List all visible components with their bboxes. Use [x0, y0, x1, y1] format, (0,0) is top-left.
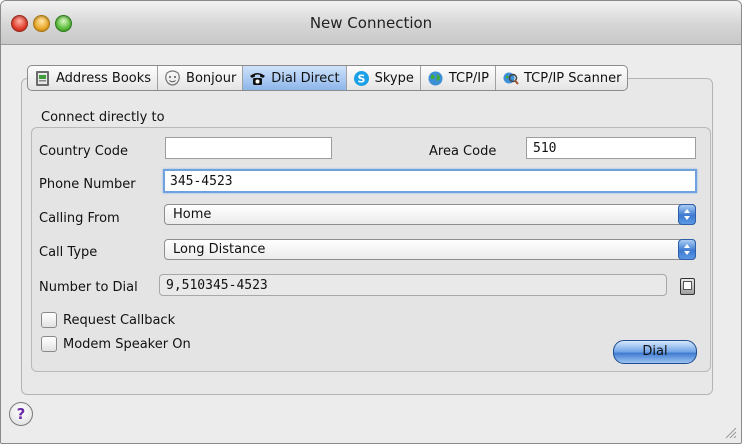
tab-dial-direct[interactable]: Dial Direct	[243, 66, 347, 90]
area-code-field[interactable]	[526, 137, 696, 159]
tab-label: Address Books	[56, 70, 152, 86]
dial-pad-button[interactable]	[680, 278, 695, 295]
tab-tcp-ip-scanner[interactable]: TCP/IP Scanner	[496, 66, 627, 90]
modem-speaker-checkbox[interactable]: Modem Speaker On	[41, 336, 191, 352]
checkbox-box[interactable]	[41, 312, 57, 328]
call-type-label: Call Type	[39, 245, 98, 260]
request-callback-label: Request Callback	[63, 312, 176, 328]
tab-skype[interactable]: S Skype	[347, 66, 421, 90]
call-type-value: Long Distance	[173, 242, 266, 257]
tab-label: TCP/IP Scanner	[523, 70, 622, 86]
telephone-icon	[249, 70, 266, 87]
number-to-dial-label: Number to Dial	[39, 280, 138, 295]
tab-label: Skype	[374, 70, 414, 86]
area-code-label: Area Code	[429, 144, 497, 159]
title-bar: New Connection	[1, 1, 741, 45]
popup-arrows-icon	[678, 239, 696, 260]
scanner-icon	[502, 70, 519, 87]
connection-type-tabs: Address Books Bonjour Dial Direct S Skyp…	[27, 65, 629, 91]
number-to-dial-field	[159, 274, 667, 296]
calling-from-select[interactable]: Home	[164, 204, 696, 225]
dial-button[interactable]: Dial	[613, 340, 697, 364]
tab-address-books[interactable]: Address Books	[28, 66, 159, 90]
phone-number-field[interactable]	[163, 169, 697, 193]
popup-arrows-icon	[678, 204, 696, 225]
call-type-select[interactable]: Long Distance	[164, 239, 696, 260]
globe-icon	[427, 70, 444, 87]
request-callback-checkbox[interactable]: Request Callback	[41, 312, 175, 328]
tab-bonjour[interactable]: Bonjour	[158, 66, 244, 90]
new-connection-window: New Connection Address Books Bonjour Dia…	[0, 0, 742, 444]
tab-label: Dial Direct	[271, 70, 340, 86]
window-title: New Connection	[309, 14, 433, 32]
resize-grip-icon[interactable]	[723, 425, 737, 439]
help-button[interactable]: ?	[9, 402, 33, 426]
section-title: Connect directly to	[41, 110, 165, 125]
modem-speaker-label: Modem Speaker On	[63, 336, 191, 352]
tab-tcp-ip[interactable]: TCP/IP	[421, 66, 496, 90]
calling-from-label: Calling From	[39, 211, 120, 226]
skype-icon: S	[353, 70, 370, 87]
tab-label: TCP/IP	[448, 70, 489, 86]
tab-label: Bonjour	[186, 70, 237, 86]
country-code-field[interactable]	[165, 137, 332, 159]
bonjour-icon	[164, 69, 181, 87]
checkbox-box[interactable]	[41, 336, 57, 352]
phone-number-label: Phone Number	[39, 177, 136, 192]
address-book-icon	[34, 70, 51, 87]
svg-text:S: S	[357, 72, 365, 85]
country-code-label: Country Code	[39, 144, 129, 159]
calling-from-value: Home	[173, 207, 212, 222]
